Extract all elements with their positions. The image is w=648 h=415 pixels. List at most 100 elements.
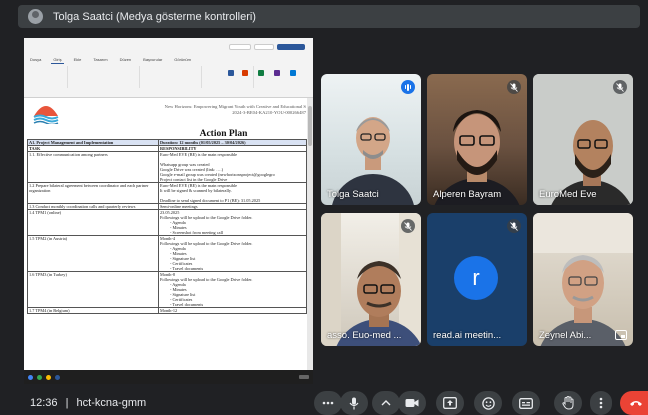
participant-tile[interactable]: asso. Euo-med ... <box>321 213 421 346</box>
ribbon-tab: Görünüm <box>174 57 191 62</box>
task-cell: 1.5 TPM2 (in Austria) <box>27 235 159 272</box>
ribbon-tabs: Dosya Giriş Ekle Tasarım Düzen Başvurula… <box>28 56 193 64</box>
mic-off-icon <box>401 219 415 233</box>
mic-off-icon <box>613 80 627 94</box>
ribbon-tab: Dosya <box>30 57 42 62</box>
addins-icon <box>274 70 280 76</box>
shared-taskbar <box>24 370 313 384</box>
meet-window: Tolga Saatci (Medya gösterme kontrolleri… <box>0 0 648 415</box>
responsibility-line: - Travel documents <box>170 302 204 307</box>
shared-screen: Dosya Giriş Ekle Tasarım Düzen Başvurula… <box>24 38 313 384</box>
presenter-bar-title[interactable]: Tolga Saatci (Medya gösterme kontrolleri… <box>53 11 256 23</box>
taskbar-clock <box>299 375 309 379</box>
ribbon-tab: Tasarım <box>93 57 108 62</box>
participant-name: Alperen Bayram <box>433 189 502 200</box>
camera-options-button[interactable] <box>372 391 400 415</box>
action-plan-table: A1. Project Management and Implementatio… <box>27 139 307 314</box>
participant-tile[interactable]: Alperen Bayram <box>427 74 527 205</box>
responsibility-line: - Screenshot from meeting call <box>170 230 223 235</box>
mic-off-icon <box>507 80 521 94</box>
emoji-icon <box>481 396 495 410</box>
copilot-icon <box>290 70 296 76</box>
more-dots-icon <box>322 401 334 405</box>
present-icon <box>443 397 457 409</box>
present-screen-button[interactable] <box>436 391 464 415</box>
font-group <box>70 66 140 88</box>
find-icon <box>228 70 234 76</box>
responsibility-cell: 23.05.2025 Followings will be upload to t… <box>158 209 307 236</box>
dictate-icon <box>242 70 248 76</box>
share-button <box>277 44 305 50</box>
document-header: New Horizons: Empowering Migrant Youth w… <box>134 104 306 116</box>
microphone-icon <box>349 397 359 409</box>
camera-icon <box>405 399 419 407</box>
microphone-button[interactable] <box>340 391 368 415</box>
speaking-indicator-icon <box>401 80 415 94</box>
responsibility-cell: Month-4 Followings will be upload to the … <box>158 235 307 272</box>
more-vert-icon <box>599 397 603 409</box>
participant-name: Tolga Saatci <box>327 189 379 200</box>
taskbar-app-icon <box>55 374 60 380</box>
reactions-button[interactable] <box>474 391 502 415</box>
responsibility-line: Deadline to send signed document to P1 (… <box>160 198 261 203</box>
taskbar-app-icon <box>37 374 42 380</box>
participant-tile[interactable]: Zeynel Abi... <box>533 213 633 346</box>
table-row: 1.2 Prepare bilateral agreement between … <box>27 182 307 204</box>
paragraph-group <box>142 66 202 88</box>
presenter-avatar-icon <box>28 9 43 24</box>
task-cell: 1.6 TPM3 (in Turkey) <box>27 271 159 308</box>
task-cell: 1.4 TPM1 (online) <box>27 209 159 236</box>
responsibility-cell: Month-12 <box>158 307 307 314</box>
table-row: 1.1. Effective communication among partn… <box>27 151 307 183</box>
raise-hand-button[interactable] <box>554 391 582 415</box>
leave-call-button[interactable] <box>620 391 648 415</box>
more-options-left-button[interactable] <box>314 391 342 415</box>
comments-button <box>229 44 251 50</box>
meeting-code: hct-kcna-gmm <box>76 397 147 409</box>
ribbon-tab: Ekle <box>73 57 82 62</box>
ribbon-commands <box>28 66 308 90</box>
word-ribbon: Dosya Giriş Ekle Tasarım Düzen Başvurula… <box>24 38 313 98</box>
participant-name: asso. Euo-med ... <box>327 330 402 341</box>
phone-hangup-icon <box>630 401 642 406</box>
participant-tile[interactable]: EuroMed Eve <box>533 74 633 205</box>
taskbar-app-icon <box>46 374 51 380</box>
participant-video <box>533 213 633 346</box>
responsibility-line: Month-12 <box>160 308 178 313</box>
participant-tile[interactable]: r read.ai meetin... <box>427 213 527 346</box>
table-row: 1.6 TPM3 (in Turkey) Month-8 Followings wi… <box>27 271 307 308</box>
table-row: 1.7 TPM4 (in Belgium) Month-12 <box>27 307 307 314</box>
participant-name: Zeynel Abi... <box>539 330 592 341</box>
responsibility-line: Semi-online meetings <box>160 204 198 209</box>
taskbar-app-icon <box>28 374 33 380</box>
document-header-line: 2024-3-BE04-KA210-YOU-000266487 <box>232 110 306 115</box>
task-cell: 1.7 TPM4 (in Belgium) <box>27 307 159 314</box>
participant-video <box>321 213 421 346</box>
table-row: 1.5 TPM2 (in Austria) Month-4 Followings w… <box>27 235 307 272</box>
responsibility-cell: Euro-Med EVE (BE) is the main responsibl… <box>158 151 307 183</box>
participant-tile[interactable]: Tolga Saatci <box>321 74 421 205</box>
ribbon-tab: Düzen <box>119 57 132 62</box>
editor-icon <box>258 70 264 76</box>
meeting-info: 12:36 | hct-kcna-gmm <box>30 397 146 409</box>
meeting-separator: | <box>65 397 69 409</box>
mic-off-icon <box>507 219 521 233</box>
table-body: 1.1. Effective communication among partn… <box>27 151 307 314</box>
more-options-button[interactable] <box>590 391 612 415</box>
document-scrollbar <box>307 98 313 384</box>
table-row: 1.4 TPM1 (online) 23.05.2025 Followings wi… <box>27 209 307 236</box>
responsibility-cell: Euro-Med EVE (BE) is the main responsibl… <box>158 182 307 204</box>
task-cell: 1.1. Effective communication among partn… <box>27 151 159 183</box>
document-title: Action Plan <box>199 129 248 139</box>
task-cell: 1.2 Prepare bilateral agreement between … <box>27 182 159 204</box>
project-logo-icon <box>33 106 59 124</box>
chevron-up-icon <box>381 400 391 406</box>
captions-button[interactable] <box>512 391 540 415</box>
responsibility-line: - Travel documents <box>170 266 204 271</box>
camera-button[interactable] <box>398 391 426 415</box>
ribbon-tab: Giriş <box>51 57 64 64</box>
hand-icon <box>562 396 574 410</box>
editing-button <box>254 44 274 50</box>
clipboard-group <box>28 66 68 88</box>
pip-icon[interactable] <box>615 330 627 340</box>
